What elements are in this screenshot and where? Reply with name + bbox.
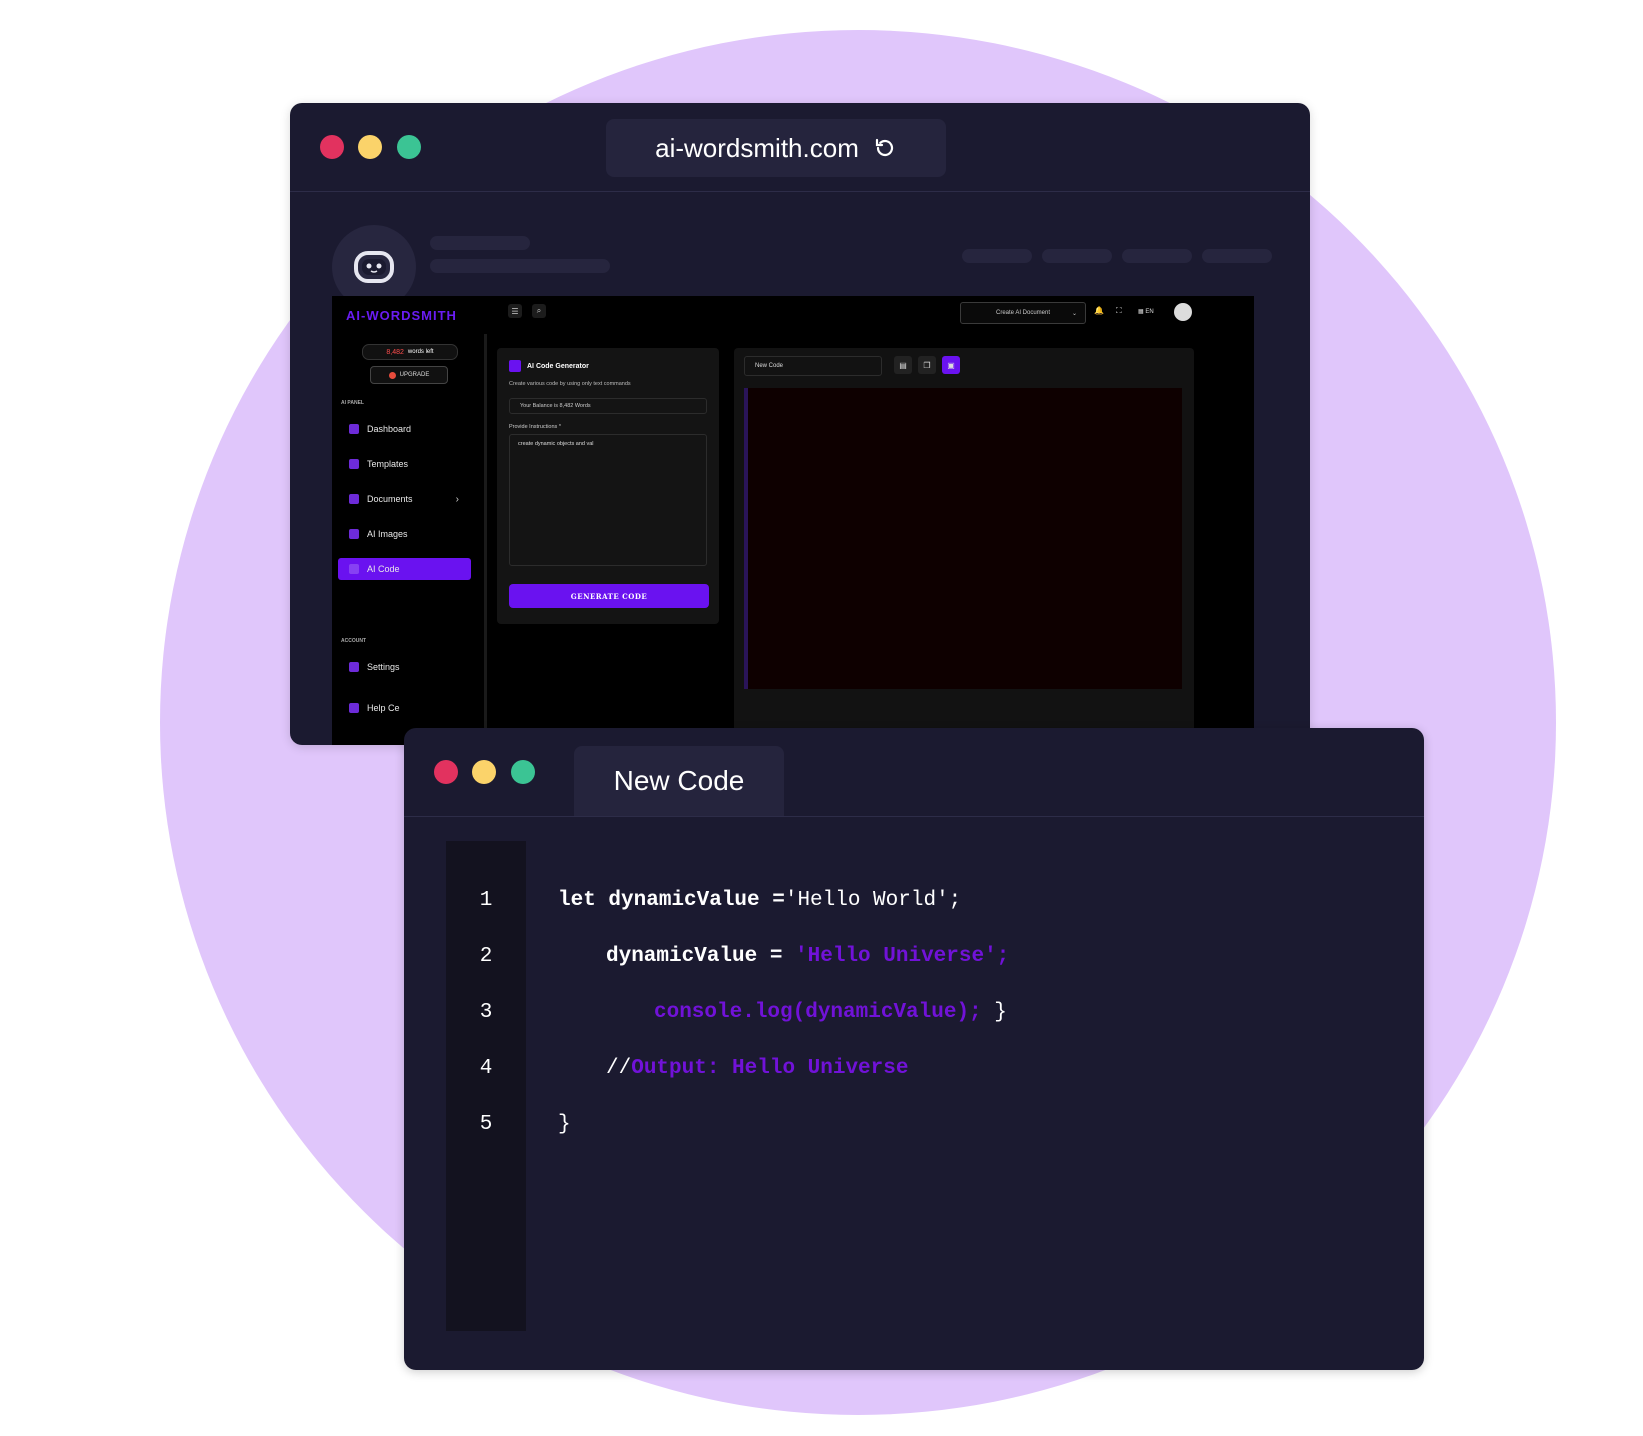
minimize-dot[interactable]	[472, 760, 496, 784]
sidebar-item-label: Dashboard	[367, 424, 412, 434]
user-avatar[interactable]	[1174, 303, 1192, 321]
url-text: ai-wordsmith.com	[655, 132, 859, 163]
close-dot[interactable]	[320, 135, 344, 159]
words-left-count: 8,482	[386, 348, 404, 356]
section-ai-panel: AI PANEL	[341, 400, 364, 406]
app-screenshot: AI-WORDSMITH ☰ ⌕ Create AI Document ⌄ 🔔 …	[332, 296, 1254, 745]
sidebar-item-label: Templates	[367, 459, 409, 469]
sidebar-item-settings[interactable]: Settings	[338, 656, 471, 678]
upgrade-icon	[388, 371, 396, 379]
sidebar-item-label: AI Images	[367, 529, 408, 539]
code-token: dynamicValue =	[606, 945, 783, 968]
bell-icon[interactable]: 🔔	[1094, 306, 1104, 315]
close-dot[interactable]	[434, 760, 458, 784]
tab-new-code[interactable]: New Code	[574, 746, 784, 816]
language-label: EN	[1145, 309, 1154, 315]
address-bar[interactable]: ai-wordsmith.com	[606, 119, 946, 177]
create-document-label: Create AI Document	[995, 310, 1051, 316]
sidebar-item-help[interactable]: Help Ce	[338, 697, 471, 719]
code-token: //	[606, 1057, 632, 1080]
line-number: 4	[479, 1057, 493, 1080]
code-generator-card: AI Code Generator Create various code by…	[497, 348, 719, 624]
generator-title: AI Code Generator	[509, 360, 589, 372]
code-editor-window: New Code 1 2 3 4 5 let dynamicValue ='He…	[404, 728, 1424, 1370]
app-logo[interactable]: AI-WORDSMITH	[346, 308, 457, 323]
editor-titlebar: New Code	[404, 728, 1424, 817]
copy-icon[interactable]: ❐	[918, 356, 936, 374]
browser-window: ai-wordsmith.com AI-WORDSMITH ☰ ⌕ Create…	[290, 103, 1310, 745]
code-line-2[interactable]: dynamicValue = 'Hello Universe';	[606, 945, 1009, 968]
code-line-1[interactable]: let dynamicValue ='Hello World';	[558, 889, 961, 912]
language-select[interactable]: ▦ EN	[1138, 308, 1154, 315]
skeleton-pill	[1122, 249, 1192, 263]
code-token: 'Hello World';	[784, 889, 962, 912]
skeleton-line	[430, 259, 610, 273]
sidebar-item-templates[interactable]: Templates	[338, 453, 471, 475]
templates-icon	[349, 459, 359, 469]
gear-icon	[349, 662, 359, 672]
reload-icon[interactable]	[873, 136, 897, 160]
generator-title-text: AI Code Generator	[527, 362, 589, 370]
chevron-right-icon: ›	[455, 493, 459, 505]
code-icon	[349, 564, 359, 574]
sidebar-divider	[484, 334, 487, 745]
code-output-area[interactable]	[744, 388, 1182, 689]
skeleton-line	[430, 236, 530, 250]
instructions-label: Provide Instructions *	[509, 424, 561, 430]
maximize-dot[interactable]	[511, 760, 535, 784]
browser-titlebar: ai-wordsmith.com	[290, 103, 1310, 192]
help-icon	[349, 703, 359, 713]
sidebar-item-ai-code[interactable]: AI Code	[338, 558, 471, 580]
sidebar-toggle-icon[interactable]: ☰	[508, 304, 522, 318]
line-number: 2	[479, 945, 493, 968]
documents-icon	[349, 494, 359, 504]
maximize-dot[interactable]	[397, 135, 421, 159]
line-number: 3	[479, 1001, 493, 1024]
code-line-3[interactable]: console.log(dynamicValue); }	[654, 1001, 1007, 1024]
sidebar-item-ai-images[interactable]: AI Images	[338, 523, 471, 545]
code-token: Output: Hello Universe	[631, 1057, 909, 1080]
sidebar-item-label: Settings	[367, 662, 400, 672]
image-icon	[349, 529, 359, 539]
sidebar-item-dashboard[interactable]: Dashboard	[338, 418, 471, 440]
dashboard-icon	[349, 424, 359, 434]
line-number: 1	[479, 889, 493, 912]
save-icon[interactable]: ▣	[942, 356, 960, 374]
code-token: }	[994, 1001, 1007, 1024]
line-number: 5	[479, 1113, 493, 1136]
skeleton-pill	[1202, 249, 1272, 263]
document-icon[interactable]: ▤	[894, 356, 912, 374]
skeleton-pill	[962, 249, 1032, 263]
search-icon[interactable]: ⌕	[532, 304, 546, 318]
sidebar-item-label: AI Code	[367, 564, 400, 574]
code-line-4[interactable]: //Output: Hello Universe	[606, 1057, 908, 1080]
fullscreen-icon[interactable]: ⛶	[1116, 306, 1122, 316]
words-left-label: words left	[407, 349, 434, 355]
code-name-input[interactable]: New Code	[744, 356, 882, 376]
line-number-gutter: 1 2 3 4 5	[446, 841, 526, 1331]
chevron-down-icon: ⌄	[1071, 310, 1077, 317]
code-token: console.log(dynamicValue);	[654, 1001, 982, 1024]
sidebar-item-label: Help Ce	[367, 703, 400, 713]
code-token: 'Hello Universe';	[795, 945, 1010, 968]
code-line-5[interactable]: }	[558, 1113, 571, 1136]
minimize-dot[interactable]	[358, 135, 382, 159]
code-output-panel: New Code ▤ ❐ ▣	[734, 348, 1194, 745]
page-header-placeholder	[290, 192, 1310, 309]
balance-info: Your Balance is 8,482 Words	[509, 398, 707, 414]
skeleton-pill	[1042, 249, 1112, 263]
upgrade-button[interactable]: UPGRADE	[370, 366, 448, 384]
instructions-textarea[interactable]: create dynamic objects and val	[509, 434, 707, 566]
create-document-select[interactable]: Create AI Document ⌄	[960, 302, 1086, 324]
sidebar-item-documents[interactable]: Documents ›	[338, 488, 471, 510]
code-generator-icon	[509, 360, 521, 372]
words-left-badge: 8,482 words left	[362, 344, 458, 360]
generator-subtitle: Create various code by using only text c…	[509, 381, 631, 387]
sidebar-item-label: Documents	[367, 494, 413, 504]
upgrade-label: UPGRADE	[399, 372, 430, 378]
generate-code-button[interactable]: GENERATE CODE	[509, 584, 709, 608]
code-token: let dynamicValue =	[558, 889, 785, 912]
section-account: ACCOUNT	[341, 638, 366, 644]
